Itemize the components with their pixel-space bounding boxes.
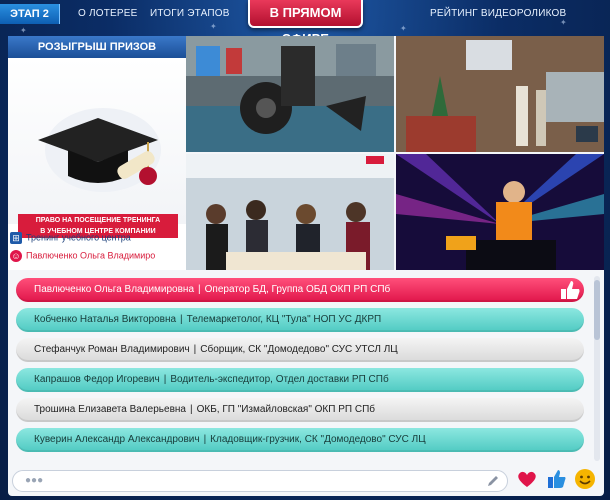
participant-row[interactable]: Трошина Елизавета Валерьевна | ОКБ, ГП "Из… <box>16 398 584 422</box>
video-feed-2[interactable] <box>396 36 604 152</box>
participant-name: Кобченко Наталья Викторовна <box>34 314 177 325</box>
nav-about[interactable]: О ЛОТЕРЕЕ <box>78 8 138 19</box>
gift-icon: ⊞ <box>10 232 22 244</box>
participant-info: Кладовщик-грузчик, СК "Домодедово" СУС Л… <box>210 434 426 445</box>
nav-live[interactable]: В ПРЯМОМ ЭФИРЕ <box>248 0 363 46</box>
video-feed-3[interactable] <box>186 154 394 270</box>
participant-info: Телемаркетолог, КЦ "Тула" НОП УС ДКРП <box>186 314 382 325</box>
participant-name: Трошина Елизавета Валерьевна <box>34 404 186 415</box>
participant-info: Водитель-экспедитор, Отдел доставки РП С… <box>170 374 389 385</box>
participant-separator: | <box>180 314 183 325</box>
prize-winner: ☺ Павлюченко Ольга Владимиро <box>10 250 186 266</box>
like-icon[interactable] <box>546 468 568 490</box>
participant-info: Сборщик, СК "Домодедово" СУС УТСЛ ЛЦ <box>200 344 398 355</box>
participant-info: ОКБ, ГП "Измайловская" ОКП РП СПб <box>196 404 375 415</box>
smile-icon[interactable] <box>574 468 596 490</box>
prize-winner-name: Павлюченко Ольга Владимиро <box>26 250 156 261</box>
tab-stage[interactable]: ЭТАП 2 <box>0 4 60 24</box>
prize-item: ⊞ Тренинг учебного центра <box>10 232 186 248</box>
prize-image: ПРАВО НА ПОСЕЩЕНИЕ ТРЕНИНГА В УЧЕБНОМ ЦЕ… <box>8 58 186 238</box>
participant-name: Павлюченко Ольга Владимировна <box>34 284 195 295</box>
participant-separator: | <box>193 344 197 355</box>
participant-separator: | <box>198 284 201 295</box>
participant-row[interactable]: Стефанчук Роман Владимирович | Сборщик, СК… <box>16 338 584 362</box>
prize-caption-line1: ПРАВО НА ПОСЕЩЕНИЕ ТРЕНИНГА <box>35 217 161 224</box>
prize-item-label: Тренинг учебного центра <box>26 232 131 243</box>
thumbs-up-icon[interactable] <box>556 278 584 302</box>
participant-row[interactable]: Павлюченко Ольга Владимировна | Оператор Б… <box>16 278 584 302</box>
prize-panel: РОЗЫГРЫШ ПРИЗОВ ПРАВО НА ПОСЕЩЕНИЕ ТРЕНИ… <box>8 36 186 270</box>
participant-name: Стефанчук Роман Владимирович <box>34 344 190 355</box>
participant-row[interactable]: Куверин Александр Александрович | Кладовщи… <box>16 428 584 452</box>
video-feed-1[interactable] <box>186 36 394 152</box>
top-nav: ЭТАП 2 О ЛОТЕРЕЕ ИТОГИ ЭТАПОВ В ПРЯМОМ Э… <box>0 0 610 46</box>
participant-name: Куверин Александр Александрович <box>34 434 200 445</box>
participant-separator: | <box>189 404 193 415</box>
comment-input[interactable]: ●●● <box>12 470 508 492</box>
pencil-icon[interactable] <box>486 474 500 488</box>
main-panel: РОЗЫГРЫШ ПРИЗОВ ПРАВО НА ПОСЕЩЕНИЕ ТРЕНИ… <box>8 36 604 496</box>
participant-row[interactable]: Кобченко Наталья Викторовна | Телемаркетол… <box>16 308 584 332</box>
nav-results[interactable]: ИТОГИ ЭТАПОВ <box>150 8 230 19</box>
smiley-icon: ☺ <box>10 250 22 262</box>
app-frame: ✦ ✦ ✦ ✦ ЭТАП 2 О ЛОТЕРЕЕ ИТОГИ ЭТАПОВ В … <box>0 0 610 500</box>
participant-name: Капрашов Федор Игоревич <box>34 374 160 385</box>
prize-title: РОЗЫГРЫШ ПРИЗОВ <box>8 36 186 58</box>
video-feed-4[interactable] <box>396 154 604 270</box>
heart-icon[interactable] <box>516 468 538 490</box>
participant-separator: | <box>163 374 167 385</box>
nav-rating[interactable]: РЕЙТИНГ ВИДЕОРОЛИКОВ <box>430 8 566 19</box>
participant-info: Оператор БД, Группа ОБД ОКП РП СПб <box>204 284 391 295</box>
graduation-cap-icon <box>38 108 161 192</box>
participant-separator: | <box>203 434 207 445</box>
participant-row[interactable]: Капрашов Федор Игоревич | Водитель-экспеди… <box>16 368 584 392</box>
scrollbar-thumb[interactable] <box>594 280 600 340</box>
